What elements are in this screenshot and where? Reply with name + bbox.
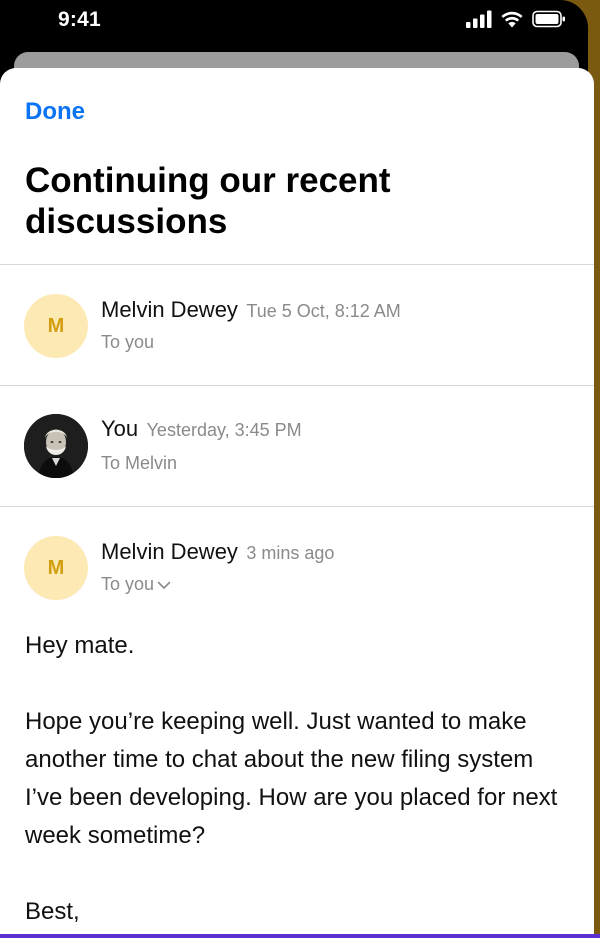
bottom-edge [0,934,600,938]
message-item-expanded: M Melvin Dewey 3 mins ago To you [0,507,594,627]
recipient-label: To you [101,332,155,352]
status-icons [466,10,566,28]
thread-title: Continuing our recent discussions [25,161,391,241]
sent-time: Yesterday, 3:45 PM [146,420,302,440]
recipient-label: To you [101,574,155,594]
recipient-dropdown[interactable]: To you [101,574,171,595]
sender-name: You [101,416,139,441]
sent-time: Tue 5 Oct, 8:12 AM [246,301,401,321]
status-bar: 9:41 [0,0,588,40]
battery-icon [532,10,565,28]
avatar-photo [24,414,88,478]
sent-time: 3 mins ago [246,543,335,563]
recipient-label: To Melvin [101,453,178,473]
message-item[interactable]: You Yesterday, 3:45 PM To Melvin [0,386,594,506]
email-signoff: Best, [25,898,80,925]
message-item[interactable]: M Melvin Dewey Tue 5 Oct, 8:12 AM To you [0,265,594,385]
chevron-down-icon [157,581,171,589]
sender-line: You Yesterday, 3:45 PM [101,416,302,442]
status-time: 9:41 [58,8,101,31]
avatar: M [24,536,88,600]
email-greeting: Hey mate. [25,632,135,659]
sender-line: Melvin Dewey 3 mins ago [101,539,334,565]
wifi-icon [501,11,523,28]
sender-name: Melvin Dewey [101,539,238,564]
sender-line: Melvin Dewey Tue 5 Oct, 8:12 AM [101,297,401,323]
cellular-signal-icon [466,10,492,28]
thread-sheet: Done Continuing our recent discussions M… [0,68,594,938]
avatar-initial: M [47,314,65,337]
avatar: M [24,294,88,358]
done-button[interactable]: Done [25,98,85,126]
email-paragraph: Hope you’re keeping well. Just wanted to… [25,708,558,849]
avatar-initial: M [47,556,65,579]
portrait-image [24,414,88,478]
sender-name: Melvin Dewey [101,297,238,322]
